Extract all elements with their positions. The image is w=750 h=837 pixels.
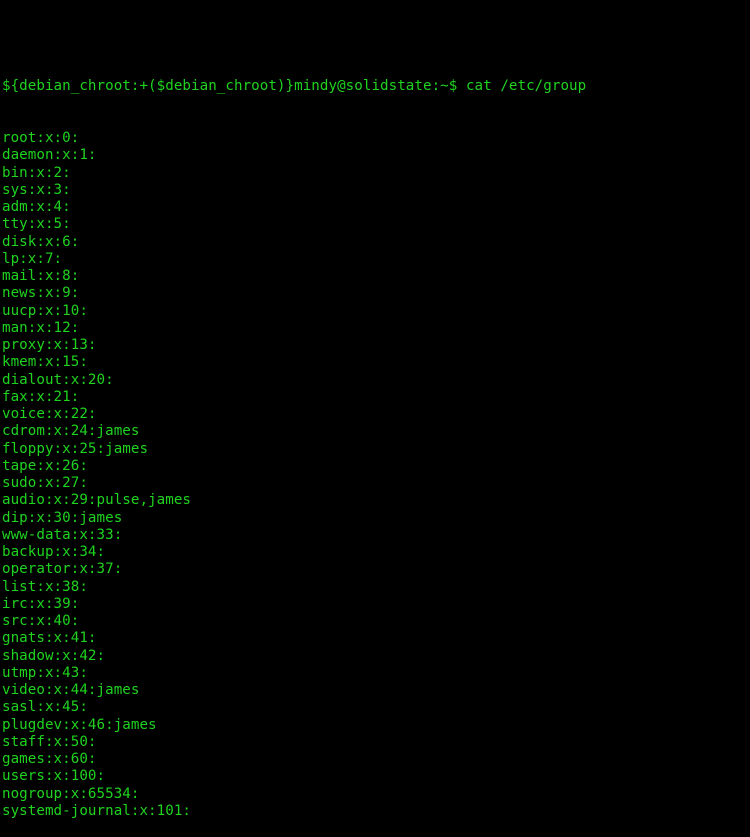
command-output: root:x:0: daemon:x:1: bin:x:2: sys:x:3: adm:… bbox=[2, 130, 750, 820]
output-line: operator:x:37: bbox=[2, 561, 123, 578]
output-line: kmem:x:15: bbox=[2, 354, 88, 371]
output-line: mail:x:8: bbox=[2, 268, 80, 284]
output-line: www-data:x:33: bbox=[2, 526, 123, 543]
output-line: root:x:0: bbox=[2, 130, 80, 146]
output-line: video:x:44:james bbox=[2, 682, 140, 698]
partial-previous-line bbox=[2, 27, 750, 44]
output-line: tape:x:26: bbox=[2, 457, 88, 474]
output-line: games:x:60: bbox=[2, 751, 97, 767]
output-line: list:x:38: bbox=[2, 578, 88, 595]
output-line: staff:x:50: bbox=[2, 733, 97, 750]
output-line: cdrom:x:24:james bbox=[2, 423, 140, 440]
output-line: systemd-journal:x:101: bbox=[2, 802, 192, 819]
output-line: proxy:x:13: bbox=[2, 337, 97, 353]
output-line: news:x:9: bbox=[2, 285, 80, 302]
shell-prompt: ${debian_chroot:+($debian_chroot)}mindy@… bbox=[2, 78, 466, 95]
output-line: man:x:12: bbox=[2, 319, 80, 336]
output-line: daemon:x:1: bbox=[2, 147, 97, 164]
output-line: sudo:x:27: bbox=[2, 475, 88, 491]
output-line: shadow:x:42: bbox=[2, 647, 106, 664]
output-line: bin:x:2: bbox=[2, 164, 71, 181]
output-line: users:x:100: bbox=[2, 768, 106, 785]
output-line: floppy:x:25:james bbox=[2, 440, 149, 457]
output-line: disk:x:6: bbox=[2, 233, 80, 250]
output-line: utmp:x:43: bbox=[2, 664, 88, 681]
output-line: uucp:x:10: bbox=[2, 302, 88, 319]
output-line: irc:x:39: bbox=[2, 595, 80, 612]
output-line: src:x:40: bbox=[2, 613, 80, 629]
output-line: backup:x:34: bbox=[2, 544, 106, 560]
output-line: lp:x:7: bbox=[2, 250, 63, 267]
output-line: dialout:x:20: bbox=[2, 371, 114, 388]
output-line: gnats:x:41: bbox=[2, 630, 97, 647]
output-line: nogroup:x:65534: bbox=[2, 785, 140, 802]
output-line: plugdev:x:46:james bbox=[2, 716, 157, 733]
output-line: fax:x:21: bbox=[2, 388, 80, 405]
output-line: adm:x:4: bbox=[2, 199, 71, 215]
output-line: dip:x:30:james bbox=[2, 509, 123, 526]
command-text: cat /etc/group bbox=[465, 78, 587, 95]
output-line: sasl:x:45: bbox=[2, 699, 88, 716]
output-line: voice:x:22: bbox=[2, 406, 97, 422]
output-line: audio:x:29:pulse,james bbox=[2, 492, 192, 509]
output-line: tty:x:5: bbox=[2, 216, 71, 233]
prompt-line: ${debian_chroot:+($debian_chroot)}mindy@… bbox=[2, 78, 750, 95]
output-line: sys:x:3: bbox=[2, 181, 71, 198]
terminal-window[interactable]: ${debian_chroot:+($debian_chroot)}mindy@… bbox=[2, 0, 750, 837]
